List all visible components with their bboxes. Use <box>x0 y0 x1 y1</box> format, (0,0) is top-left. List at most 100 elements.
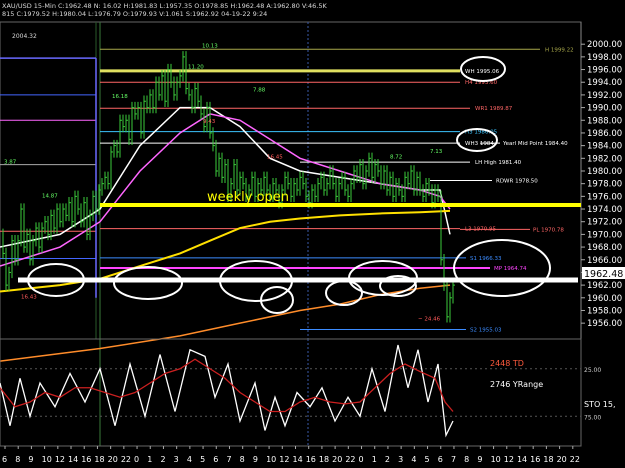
y-tick-label-19: 1962.00 <box>587 281 622 291</box>
y-tick-label-10: 1980.00 <box>587 167 622 177</box>
point-label-5: 16.45 <box>267 154 283 160</box>
y-tick-label-14: 1972.00 <box>587 218 622 228</box>
price-chart: XAU/USD 15-Min C:1962.48 N: 16.02 H:1981… <box>0 0 625 468</box>
point-label-7: 7.13 <box>430 149 443 155</box>
x-tick-label-24: 18 <box>319 455 329 464</box>
y-axis: 2000.00 1998.00 1996.00 1994.00 1992.00 1990.… <box>581 40 622 329</box>
osc-y-tick-0: 25.00 <box>584 367 601 374</box>
x-tick-label-35: 8 <box>464 455 469 464</box>
level-label-1: WH 1995.06 <box>465 69 500 75</box>
y-tick-label-8: 1984.00 <box>587 142 622 152</box>
x-tick-label-42: 20 <box>557 455 567 464</box>
x-tick-label-43: 22 <box>570 455 580 464</box>
osc-label-sto: STO 15, <box>584 400 616 409</box>
y-tick-label-3: 1994.00 <box>587 78 622 88</box>
point-label-4: 9.43 <box>203 119 216 125</box>
x-tick-label-34: 7 <box>451 455 456 464</box>
y-tick-label-5: 1990.00 <box>587 104 622 114</box>
y-tick-label-0: 2000.00 <box>587 40 622 50</box>
x-tick-label-41: 18 <box>543 455 553 464</box>
x-tick-label-5: 14 <box>68 455 78 464</box>
x-tick-label-7: 18 <box>94 455 104 464</box>
x-tick-label-18: 8 <box>240 455 245 464</box>
y-tick-label-13: 1974.00 <box>587 205 622 215</box>
x-tick-label-15: 5 <box>200 455 205 464</box>
level-label-12: MP 1964.74 <box>494 266 527 272</box>
x-tick-label-1: 8 <box>15 455 20 464</box>
x-tick-label-37: 10 <box>491 455 501 464</box>
x-tick-label-11: 1 <box>147 455 152 464</box>
x-tick-label-25: 20 <box>332 455 342 464</box>
y-tick-label-4: 1992.00 <box>587 91 622 101</box>
x-tick-label-22: 14 <box>293 455 303 464</box>
y-tick-label-2: 1996.00 <box>587 66 622 76</box>
x-tick-label-31: 4 <box>411 455 416 464</box>
point-label-10: 16.43 <box>21 294 37 300</box>
level-label-7: LH High 1981.40 <box>475 160 522 166</box>
top-left-value: 2004.32 <box>12 33 37 40</box>
x-tick-label-12: 2 <box>160 455 165 464</box>
level-label-8: RDWR 1978.50 <box>496 179 538 185</box>
osc-label-yrange: 2746 YRange <box>490 380 543 389</box>
x-tick-label-16: 6 <box>213 455 218 464</box>
x-tick-label-6: 16 <box>81 455 91 464</box>
y-tick-label-15: 1970.00 <box>587 230 622 240</box>
osc-y-tick-1: 75.00 <box>584 414 601 421</box>
y-tick-label-12: 1976.00 <box>587 192 622 202</box>
level-label-0: H 1999.22 <box>545 47 574 53</box>
y-tick-label-11: 1978.00 <box>587 180 622 190</box>
x-tick-label-32: 5 <box>425 455 430 464</box>
x-tick-label-33: 6 <box>438 455 443 464</box>
weekly-open-label: weekly open <box>207 190 289 205</box>
y-tick-label-17: 1966.00 <box>587 256 622 266</box>
x-tick-label-13: 3 <box>174 455 179 464</box>
osc-label-td: 2448 TD <box>490 359 524 368</box>
x-tick-label-0: 6 <box>2 455 7 464</box>
x-tick-label-29: 2 <box>385 455 390 464</box>
x-tick-label-10: 0 <box>134 455 139 464</box>
point-label-8: 14.87 <box>42 194 58 200</box>
x-tick-label-20: 10 <box>266 455 276 464</box>
x-tick-label-23: 16 <box>306 455 316 464</box>
x-tick-label-40: 16 <box>530 455 540 464</box>
current-price-label: 1962.48 <box>584 269 623 280</box>
y-tick-label-1: 1998.00 <box>587 53 622 63</box>
point-label-3: 7.88 <box>253 88 266 94</box>
x-tick-label-27: 0 <box>359 455 364 464</box>
point-label-2: 16.18 <box>112 94 128 100</box>
level-label-5: WH3 1984 <box>465 141 494 147</box>
level-label-11: S1 1966.33 <box>470 256 502 262</box>
x-tick-label-14: 4 <box>187 455 192 464</box>
x-tick-label-21: 12 <box>279 455 289 464</box>
header-line-2: 815 C:1979.52 H:1980.04 L:1976.79 O:1979… <box>2 10 267 18</box>
point-label-0: 10.13 <box>202 43 218 49</box>
x-tick-label-8: 20 <box>108 455 118 464</box>
x-tick-label-28: 1 <box>372 455 377 464</box>
x-tick-label-17: 7 <box>226 455 231 464</box>
x-tick-label-3: 10 <box>42 455 52 464</box>
x-tick-label-30: 3 <box>398 455 403 464</box>
level-label-13: S2 1955.03 <box>470 327 502 333</box>
y-tick-label-9: 1982.00 <box>587 154 622 164</box>
level-label-10: PL 1970.78 <box>533 227 564 233</box>
x-tick-label-2: 9 <box>28 455 33 464</box>
x-tick-label-9: 22 <box>121 455 131 464</box>
x-tick-label-39: 14 <box>517 455 527 464</box>
y-tick-label-20: 1960.00 <box>587 294 622 304</box>
x-tick-label-38: 12 <box>504 455 514 464</box>
point-label-11: ~ 24.46 <box>418 317 441 323</box>
y-tick-label-21: 1958.00 <box>587 306 622 316</box>
y-tick-label-7: 1986.00 <box>587 129 622 139</box>
x-tick-label-26: 22 <box>345 455 355 464</box>
x-tick-label-19: 9 <box>253 455 258 464</box>
y-tick-label-6: 1988.00 <box>587 116 622 126</box>
header-line-1: XAU/USD 15-Min C:1962.48 N: 16.02 H:1981… <box>2 2 327 10</box>
level-label-6: Yearl Mid Point 1984.40 <box>502 141 568 147</box>
point-label-1: 11.20 <box>188 64 204 70</box>
x-tick-label-36: 9 <box>477 455 482 464</box>
point-label-6: 8.72 <box>390 154 402 160</box>
level-label-3: WR1 1989.87 <box>475 106 513 112</box>
y-tick-label-22: 1956.00 <box>587 319 622 329</box>
point-label-9: 3.87 <box>4 159 17 165</box>
y-tick-label-16: 1968.00 <box>587 243 622 253</box>
